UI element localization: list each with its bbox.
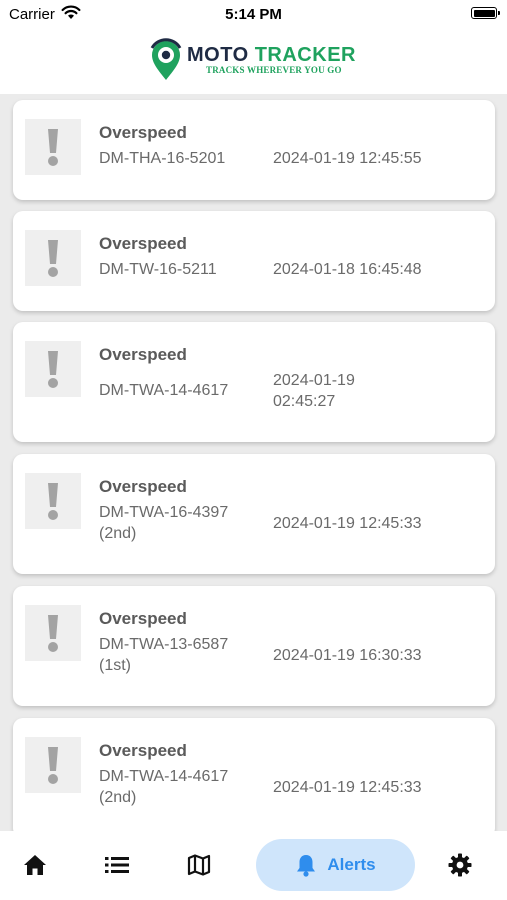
- alert-timestamp: 2024-01-19 12:45:55: [273, 150, 422, 167]
- alert-title: Overspeed: [99, 609, 187, 628]
- exclamation-icon: [48, 747, 58, 784]
- alert-title: Overspeed: [99, 234, 187, 253]
- alert-icon-box: [25, 341, 81, 397]
- alert-title: Overspeed: [99, 477, 187, 496]
- alerts-list[interactable]: Overspeed DM-THA-16-5201 2024-01-19 12:4…: [0, 94, 507, 831]
- logo-tagline: TRACKS WHEREVER YOU GO: [206, 65, 342, 75]
- status-time: 5:14 PM: [225, 6, 282, 23]
- alert-vehicle: DM-TWA-14-4617: [99, 382, 229, 399]
- exclamation-icon: [48, 129, 58, 166]
- alert-timestamp: 2024-01-19 16:30:33: [273, 647, 422, 664]
- exclamation-icon: [48, 483, 58, 520]
- nav-home-button[interactable]: [12, 839, 58, 891]
- alert-vehicle: DM-TWA-16-4397 (2nd): [99, 504, 229, 542]
- alert-timestamp: 2024-01-18 16:45:48: [273, 261, 422, 278]
- location-pin-icon: [150, 38, 182, 80]
- nav-list-button[interactable]: [94, 839, 140, 891]
- alert-vehicle: DM-THA-16-5201: [99, 150, 226, 167]
- alert-icon-box: [25, 119, 81, 175]
- alert-card[interactable]: Overspeed DM-TW-16-5211 2024-01-18 16:45…: [13, 211, 495, 311]
- alert-vehicle: DM-TWA-14-4617 (2nd): [99, 768, 229, 806]
- exclamation-icon: [48, 240, 58, 277]
- logo-title: MOTO TRACKER: [187, 44, 356, 67]
- alert-icon-box: [25, 230, 81, 286]
- bell-icon: [297, 855, 316, 877]
- list-icon: [105, 857, 129, 873]
- map-icon: [187, 854, 211, 876]
- nav-alerts-label: Alerts: [327, 855, 376, 874]
- alert-card[interactable]: Overspeed DM-THA-16-5201 2024-01-19 12:4…: [13, 100, 495, 200]
- alert-timestamp: 2024-01-19 12:45:33: [273, 779, 422, 796]
- battery-icon: [471, 7, 500, 19]
- alert-title: Overspeed: [99, 741, 187, 760]
- alert-vehicle: DM-TW-16-5211: [99, 261, 217, 278]
- alert-timestamp: 2024-01-19 02:45:27: [273, 372, 355, 410]
- alert-title: Overspeed: [99, 123, 187, 142]
- status-bar: Carrier 5:14 PM: [0, 0, 507, 28]
- bottom-nav: Alerts: [0, 831, 507, 900]
- alert-card[interactable]: Overspeed DM-TWA-16-4397 (2nd) 2024-01-1…: [13, 454, 495, 574]
- nav-alerts-button[interactable]: Alerts: [256, 839, 415, 891]
- alert-card[interactable]: Overspeed DM-TWA-14-4617 2024-01-19 02:4…: [13, 322, 495, 442]
- logo-moto-text: MOTO: [187, 44, 249, 66]
- nav-map-button[interactable]: [176, 839, 222, 891]
- alert-card[interactable]: Overspeed DM-TWA-13-6587 (1st) 2024-01-1…: [13, 586, 495, 706]
- logo-tracker-text: TRACKER: [254, 44, 356, 66]
- alert-card[interactable]: Overspeed DM-TWA-14-4617 (2nd) 2024-01-1…: [13, 718, 495, 831]
- alert-icon-box: [25, 605, 81, 661]
- home-icon: [24, 855, 46, 875]
- exclamation-icon: [48, 351, 58, 388]
- alert-timestamp: 2024-01-19 12:45:33: [273, 515, 422, 532]
- app-header: MOTO TRACKER TRACKS WHEREVER YOU GO: [0, 28, 507, 94]
- alert-icon-box: [25, 737, 81, 793]
- alert-title: Overspeed: [99, 345, 187, 364]
- nav-settings-button[interactable]: [437, 839, 483, 891]
- alert-vehicle: DM-TWA-13-6587 (1st): [99, 636, 229, 674]
- exclamation-icon: [48, 615, 58, 652]
- alert-icon-box: [25, 473, 81, 529]
- gear-icon: [448, 853, 472, 877]
- app-logo: MOTO TRACKER TRACKS WHEREVER YOU GO: [149, 38, 364, 84]
